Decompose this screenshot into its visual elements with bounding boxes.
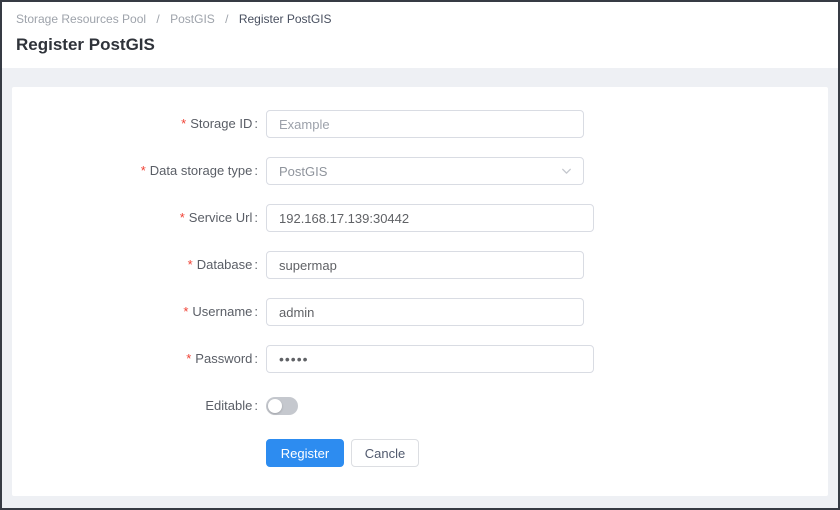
label-colon: : [254, 163, 258, 178]
breadcrumb-item-register-postgis: Register PostGIS [239, 12, 332, 26]
label-text: Editable [205, 398, 252, 413]
service-url-input[interactable] [266, 204, 594, 232]
form-row-editable: Editable: [12, 392, 828, 420]
label-colon: : [254, 210, 258, 225]
database-input[interactable] [266, 251, 584, 279]
service-url-label: * Service Url: [12, 204, 258, 232]
breadcrumb-separator: / [156, 12, 159, 26]
required-asterisk: * [183, 304, 188, 319]
form-card: * Storage ID: * Data storage type: PostGIS… [12, 87, 828, 496]
label-text: Password [195, 351, 252, 366]
storage-id-input[interactable] [266, 110, 584, 138]
editable-label: Editable: [12, 392, 258, 420]
data-storage-type-label: * Data storage type: [12, 157, 258, 185]
label-text: Storage ID [190, 116, 252, 131]
app-window: Storage Resources Pool / PostGIS / Regis… [0, 0, 840, 510]
label-colon: : [254, 116, 258, 131]
label-colon: : [254, 257, 258, 272]
form-actions: Register Cancle [266, 439, 828, 467]
label-text: Data storage type [150, 163, 253, 178]
breadcrumb-item-storage-resources-pool[interactable]: Storage Resources Pool [16, 12, 146, 26]
page-title: Register PostGIS [16, 35, 824, 55]
label-text: Username [192, 304, 252, 319]
page-header: Storage Resources Pool / PostGIS / Regis… [2, 2, 838, 68]
password-input[interactable] [266, 345, 594, 373]
form-row-service-url: * Service Url: [12, 204, 828, 232]
cancel-button[interactable]: Cancle [351, 439, 419, 467]
username-label: * Username: [12, 298, 258, 326]
username-input[interactable] [266, 298, 584, 326]
form-row-database: * Database: [12, 251, 828, 279]
database-label: * Database: [12, 251, 258, 279]
chevron-down-icon [560, 165, 573, 178]
select-value: PostGIS [279, 164, 327, 179]
toggle-knob [268, 399, 282, 413]
breadcrumb-separator: / [225, 12, 228, 26]
form-row-password: * Password: [12, 345, 828, 373]
form-row-data-storage-type: * Data storage type: PostGIS [12, 157, 828, 185]
content-area: * Storage ID: * Data storage type: PostGIS… [2, 68, 838, 508]
form-row-storage-id: * Storage ID: [12, 110, 828, 138]
breadcrumb: Storage Resources Pool / PostGIS / Regis… [16, 12, 824, 26]
label-colon: : [254, 351, 258, 366]
storage-id-label: * Storage ID: [12, 110, 258, 138]
label-colon: : [254, 304, 258, 319]
register-button[interactable]: Register [266, 439, 344, 467]
required-asterisk: * [186, 351, 191, 366]
label-text: Service Url [189, 210, 253, 225]
label-colon: : [254, 398, 258, 413]
password-label: * Password: [12, 345, 258, 373]
label-text: Database [197, 257, 253, 272]
required-asterisk: * [180, 210, 185, 225]
required-asterisk: * [181, 116, 186, 131]
editable-toggle[interactable] [266, 397, 298, 415]
required-asterisk: * [141, 163, 146, 178]
breadcrumb-item-postgis[interactable]: PostGIS [170, 12, 215, 26]
data-storage-type-select[interactable]: PostGIS [266, 157, 584, 185]
form-row-username: * Username: [12, 298, 828, 326]
required-asterisk: * [188, 257, 193, 272]
